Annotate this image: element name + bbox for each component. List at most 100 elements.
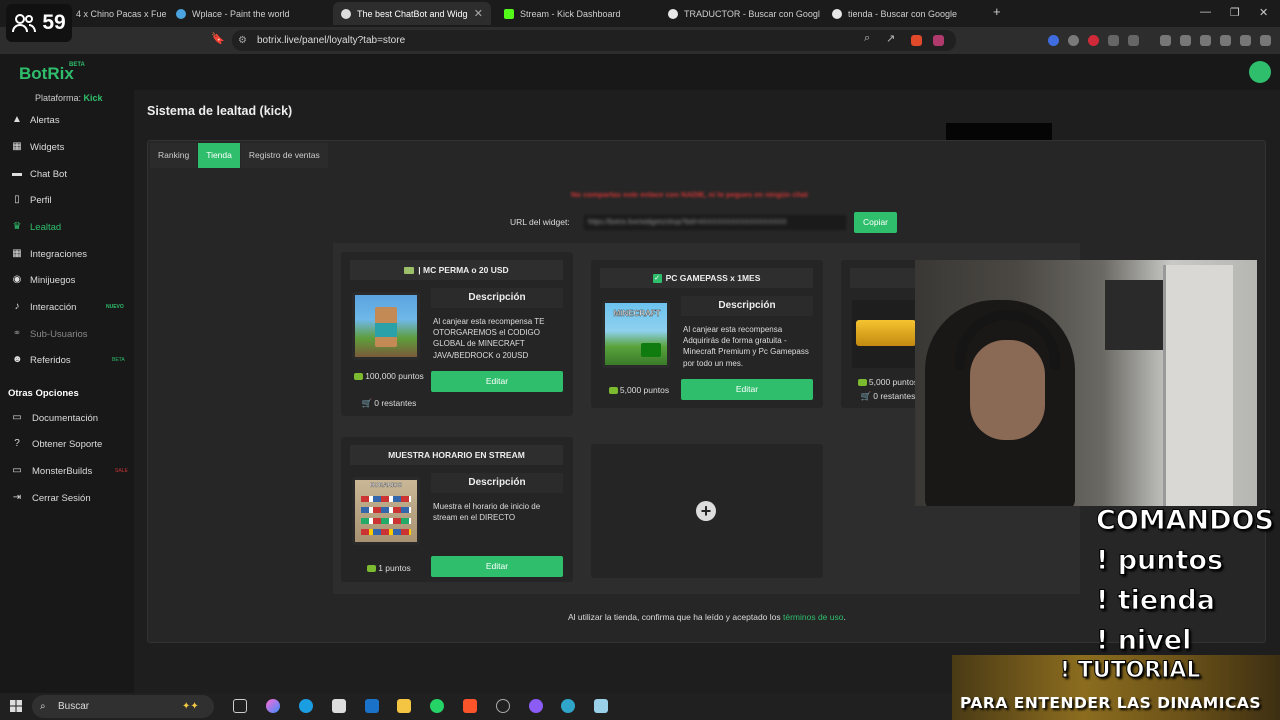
store-item-title-text: PC GAMEPASS x 1MES [665, 273, 761, 283]
copy-button[interactable]: Copiar [854, 212, 897, 233]
viewer-count: 59 [42, 11, 66, 34]
browser-tab[interactable]: tienda - Buscar con Google [824, 2, 984, 25]
sidebar-item-perfil[interactable]: ▯ Perfil [0, 189, 134, 211]
store-item-description: Al canjear esta recompensa Adquirirás de… [683, 325, 809, 368]
sidebar-item-interaccion[interactable]: ♪ Interacción NUEVO [0, 296, 134, 318]
leo-icon[interactable] [1220, 35, 1231, 46]
vpn-icon[interactable] [1240, 35, 1251, 46]
tab-label: TRADUCTOR - Buscar con Google [684, 8, 820, 19]
extension-icon[interactable] [1068, 35, 1079, 46]
background-shelf [1105, 280, 1165, 350]
extension-icon[interactable] [1088, 35, 1099, 46]
flag-row [361, 496, 411, 502]
close-window-icon[interactable]: ✕ [1259, 6, 1268, 19]
sidebar-item-integraciones[interactable]: ▦ Integraciones [0, 243, 134, 265]
clock-icon[interactable] [496, 699, 510, 713]
sidebar-item-label: Widgets [30, 141, 65, 153]
sidebar-icon[interactable] [1180, 35, 1191, 46]
points-text: 1 puntos [378, 563, 411, 573]
terms-note: Al utilizar la tienda, confirma que ha l… [568, 612, 846, 622]
sidebar-item-referidos[interactable]: ☻ Referidos BETA [0, 349, 134, 371]
bookmark-icon[interactable]: 🔖 [211, 32, 225, 45]
widget-url-field[interactable]: https://botrix.live/widgets/shop?bid=4XX… [582, 213, 848, 232]
terms-text: Al utilizar la tienda, confirma que ha l… [568, 612, 783, 622]
browser-tab[interactable]: Wplace - Paint the world [168, 2, 328, 25]
extension-icon[interactable] [1048, 35, 1059, 46]
botrix-logo[interactable]: BotRix BETA [19, 62, 85, 84]
terms-link[interactable]: términos de uso [783, 612, 843, 622]
browser-tab[interactable]: Stream - Kick Dashboard [496, 2, 656, 25]
sidebar-item-label: Chat Bot [30, 168, 67, 180]
url-bar[interactable]: ⚙ botrix.live/panel/loyalty?tab=store [232, 30, 956, 51]
chat-icon: ▬ [12, 168, 22, 179]
sidebar-item-widgets[interactable]: ▦ Widgets [0, 136, 134, 158]
logout-icon: ⇥ [12, 492, 22, 503]
brave-shield-icon[interactable] [911, 35, 922, 46]
app-icon[interactable] [561, 699, 575, 713]
store-icon[interactable] [332, 699, 346, 713]
background-door [1163, 265, 1233, 506]
avatar[interactable] [1249, 61, 1271, 83]
screenshot-icon[interactable] [1128, 35, 1139, 46]
widget-url-warning: No compartas este enlace con NADIE, ni l… [571, 190, 808, 199]
tab-registro-ventas[interactable]: Registro de ventas [240, 143, 328, 168]
edit-button[interactable]: Editar [431, 371, 563, 392]
sidebar-item-lealtad[interactable]: ♛ Lealtad [0, 216, 134, 238]
sidebar-item-label: Documentación [32, 412, 99, 424]
sidebar-item-monsterbuilds[interactable]: ▭ MonsterBuilds SALE [0, 460, 134, 482]
copilot-icon[interactable] [266, 699, 280, 713]
app-icon[interactable] [529, 699, 543, 713]
tab-tienda[interactable]: Tienda [198, 143, 240, 168]
money-icon [404, 266, 415, 274]
edit-button[interactable]: Editar [431, 556, 563, 577]
browser-tab[interactable]: 4 x Chino Pacas x Fuerz [68, 2, 166, 25]
description-title: Descripción [431, 288, 563, 308]
close-tab-icon[interactable]: ✕ [474, 7, 483, 20]
site-info-icon[interactable]: ⚙ [238, 30, 247, 51]
sale-badge: SALE [115, 468, 128, 474]
minimize-icon[interactable]: — [1200, 6, 1211, 18]
overlay-command: ! puntos [1095, 545, 1224, 577]
edit-button[interactable]: Editar [681, 379, 813, 400]
store-item-remaining: 🛒 0 restantes [351, 398, 427, 409]
share-icon[interactable]: ↗ [886, 32, 895, 45]
widget-url-label: URL del widget: [510, 217, 570, 227]
whatsapp-icon[interactable] [430, 699, 444, 713]
browser-tab[interactable]: TRADUCTOR - Buscar con Google [660, 2, 820, 25]
sidebar-item-sub-usuarios[interactable]: ⚭ Sub-Usuarios [0, 323, 134, 345]
sidebar-item-alertas[interactable]: ▲ Alertas [0, 109, 134, 131]
add-item-card[interactable]: + [591, 444, 823, 578]
windows-start-icon[interactable] [10, 700, 22, 712]
outlook-icon[interactable] [365, 699, 379, 713]
cart-icon: 🛒 [860, 391, 872, 401]
google-icon [832, 8, 842, 19]
menu-icon[interactable] [1260, 35, 1271, 46]
brave-icon[interactable] [463, 699, 477, 713]
zoom-icon[interactable]: ⌕ [864, 32, 870, 45]
sidebar-item-soporte[interactable]: ? Obtener Soporte [0, 433, 134, 455]
store-item-description: Al canjear esta recompensa TE OTORGAREMO… [433, 317, 545, 360]
sidebar-item-minijuegos[interactable]: ◉ Minijuegos [0, 269, 134, 291]
new-badge: NUEVO [106, 304, 124, 310]
taskbar-search[interactable]: ⌕ Buscar ✦✦ [32, 695, 214, 718]
sidebar-item-chat-bot[interactable]: ▬ Chat Bot [0, 163, 134, 185]
sidebar-item-label: Referidos [30, 354, 71, 366]
task-view-icon[interactable] [233, 699, 247, 713]
edge-icon[interactable] [299, 699, 313, 713]
folder-icon[interactable] [397, 699, 411, 713]
sidebar-item-cerrar-sesion[interactable]: ⇥ Cerrar Sesión [0, 487, 134, 509]
tab-ranking[interactable]: Ranking [150, 143, 198, 168]
puzzle-icon[interactable] [1108, 35, 1119, 46]
new-tab-icon[interactable]: + [993, 4, 1001, 19]
music-icon: ♪ [14, 301, 20, 312]
browser-tab-active[interactable]: The best ChatBot and Widgets fo ✕ [333, 2, 491, 25]
media-icon[interactable] [1160, 35, 1171, 46]
wallet-icon[interactable] [1200, 35, 1211, 46]
sidebar-item-documentacion[interactable]: ▭ Documentación [0, 407, 134, 429]
plus-icon[interactable]: + [696, 501, 716, 521]
store-item-image [852, 300, 922, 368]
rewards-icon[interactable] [933, 35, 944, 46]
restore-icon[interactable]: ❐ [1230, 6, 1240, 19]
app-icon[interactable] [594, 699, 608, 713]
doc-icon: ▭ [12, 412, 22, 423]
